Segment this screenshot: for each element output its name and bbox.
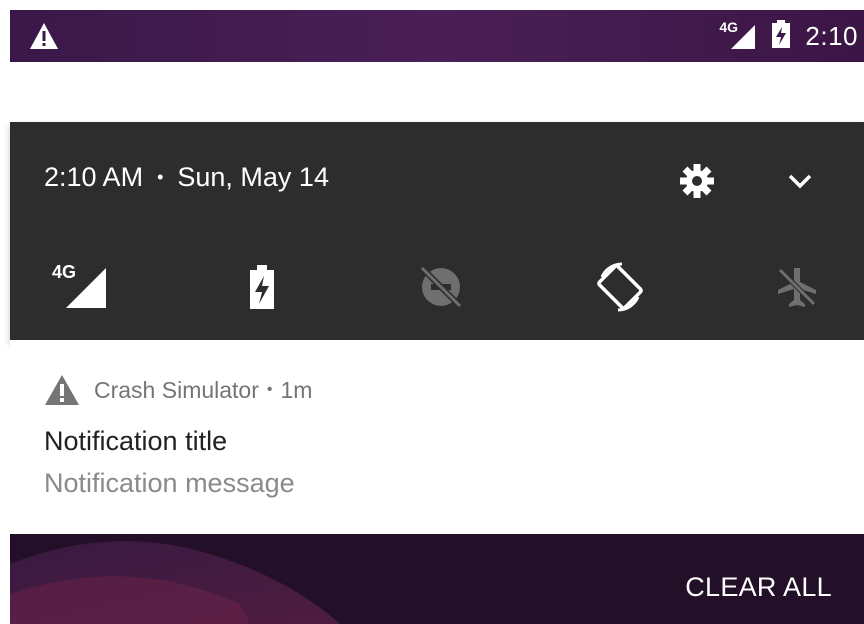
quick-setting-auto-rotate[interactable] — [590, 260, 650, 314]
4g-signal-icon: 4G — [719, 19, 757, 51]
notification-header: Crash Simulator • 1m — [44, 374, 312, 406]
notification-footer: CLEAR ALL — [10, 534, 864, 624]
notification-message: Notification message — [44, 468, 295, 498]
battery-charging-icon — [771, 19, 791, 54]
quick-setting-airplane-mode[interactable] — [767, 260, 827, 314]
auto-rotate-icon — [597, 262, 643, 312]
data-saver-off-icon — [419, 265, 463, 309]
status-time: 2:10 — [805, 20, 858, 51]
notification-title: Notification title — [44, 426, 228, 456]
notification-separator: • — [266, 381, 273, 398]
airplane-off-icon — [778, 268, 816, 307]
notification-card[interactable]: Crash Simulator • 1m Notification title … — [10, 340, 864, 534]
status-icons: 4G 2:10 — [719, 10, 858, 62]
notification-app-name: Crash Simulator — [94, 376, 259, 403]
warning-icon — [45, 375, 79, 405]
settings-button[interactable] — [678, 162, 716, 200]
clear-all-button[interactable]: CLEAR ALL — [685, 572, 832, 603]
quick-setting-data-saver[interactable] — [411, 260, 471, 314]
shade-datetime[interactable]: 2:10 AM • Sun, May 14 — [44, 162, 329, 193]
quick-setting-mobile-data[interactable]: 4G — [50, 260, 110, 314]
shade-separator: • — [157, 167, 164, 187]
notification-time: 1m — [280, 376, 313, 403]
shade-date: Sun, May 14 — [177, 162, 329, 192]
status-bar: 4G 2:10 — [10, 10, 864, 62]
shade-time: 2:10 AM — [44, 162, 144, 192]
settings-gear-icon — [680, 164, 714, 198]
expand-button[interactable] — [782, 166, 818, 196]
4g-signal-icon: 4G — [50, 262, 110, 312]
notification-shade-header: 2:10 AM • Sun, May 14 4G — [10, 122, 864, 340]
chevron-down-icon — [788, 174, 812, 189]
battery-charging-icon — [250, 265, 274, 309]
quick-setting-battery[interactable] — [232, 260, 292, 314]
